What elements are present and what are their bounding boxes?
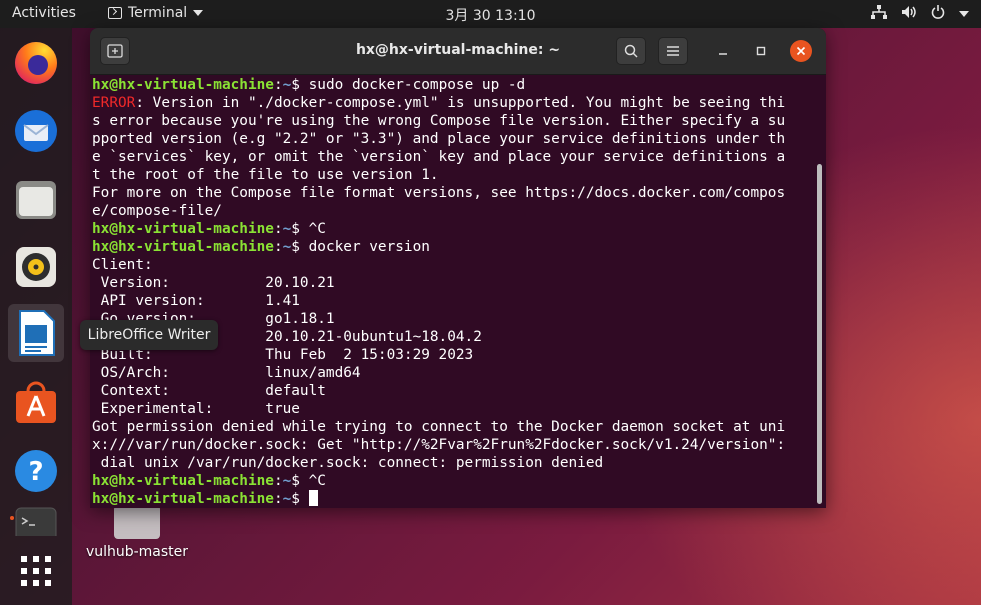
terminal-dock-icon[interactable] — [8, 506, 64, 536]
terminal-line: hx@hx-virtual-machine:~$ ^C — [92, 220, 814, 238]
dock-tooltip: LibreOffice Writer — [80, 320, 218, 350]
prompt-path: ~ — [282, 491, 292, 507]
system-tray[interactable] — [871, 5, 969, 23]
command-text: docker version — [308, 239, 430, 255]
prompt-symbol: $ — [291, 77, 309, 93]
svg-text:?: ? — [28, 457, 43, 487]
terminal-line: Context: default — [92, 383, 326, 399]
prompt-separator: : — [273, 473, 283, 489]
terminal-line: Client: — [92, 257, 153, 273]
terminal-line: Experimental: true — [92, 401, 300, 417]
prompt-user: hx@hx-virtual-machine — [92, 491, 274, 507]
terminal-line: s error because you're using the wrong C… — [92, 113, 786, 129]
terminal-line: API version: 1.41 — [92, 293, 300, 309]
terminal-line: hx@hx-virtual-machine:~$ docker version — [92, 238, 814, 256]
network-icon[interactable] — [871, 5, 887, 23]
minimize-button[interactable] — [712, 40, 734, 62]
command-text: ^C — [308, 473, 326, 489]
window-titlebar[interactable]: hx@hx-virtual-machine: ~ — [90, 28, 826, 75]
terminal-line: hx@hx-virtual-machine:~$ — [92, 490, 814, 508]
terminal-output[interactable]: hx@hx-virtual-machine:~$ sudo docker-com… — [92, 75, 814, 508]
top-bar: Activities Terminal 3月 30 13:10 — [0, 0, 981, 28]
volume-icon[interactable] — [901, 5, 917, 23]
prompt-separator: : — [273, 77, 283, 93]
prompt-separator: : — [273, 239, 283, 255]
terminal-line: OS/Arch: linux/amd64 — [92, 365, 361, 381]
close-icon — [796, 46, 806, 56]
terminal-line: e/compose-file/ — [92, 203, 222, 219]
power-icon[interactable] — [931, 5, 945, 23]
hamburger-menu-icon — [667, 46, 679, 56]
dock: ? — [0, 28, 72, 605]
terminal-line: x:///var/run/docker.sock: Get "http://%2… — [92, 437, 786, 453]
menu-button[interactable] — [658, 37, 688, 65]
software-center-icon[interactable] — [8, 374, 64, 432]
libreoffice-writer-icon[interactable] — [8, 304, 64, 362]
scrollbar[interactable] — [817, 164, 822, 504]
prompt-symbol: $ — [291, 491, 309, 507]
prompt-path: ~ — [282, 239, 292, 255]
maximize-icon — [756, 46, 766, 56]
prompt-separator: : — [273, 491, 283, 507]
prompt-user: hx@hx-virtual-machine — [92, 221, 274, 237]
help-icon[interactable]: ? — [8, 442, 64, 500]
prompt-path: ~ — [282, 473, 292, 489]
search-button[interactable] — [616, 37, 646, 65]
terminal-line: ERROR: Version in "./docker-compose.yml"… — [92, 94, 814, 112]
chevron-down-icon[interactable] — [959, 11, 969, 17]
prompt-user: hx@hx-virtual-machine — [92, 239, 274, 255]
folder-icon[interactable] — [114, 505, 160, 539]
error-label: ERROR — [92, 95, 136, 111]
clock[interactable]: 3月 30 13:10 — [0, 5, 981, 25]
terminal-line: hx@hx-virtual-machine:~$ ^C — [92, 472, 814, 490]
running-indicator — [10, 516, 14, 520]
desktop-folder-label[interactable]: vulhub-master — [84, 544, 190, 560]
prompt-user: hx@hx-virtual-machine — [92, 473, 274, 489]
prompt-user: hx@hx-virtual-machine — [92, 77, 274, 93]
terminal-line: dial unix /var/run/docker.sock: connect:… — [92, 455, 604, 471]
show-applications-icon[interactable] — [8, 542, 64, 600]
terminal-line: pported version (e.g "2.2" or "3.3") and… — [92, 131, 786, 147]
terminal-line: t the root of the file to use version 1. — [92, 167, 439, 183]
command-text: ^C — [308, 221, 326, 237]
output-text: : Version in "./docker-compose.yml" is u… — [135, 95, 786, 111]
terminal-line: For more on the Compose file format vers… — [92, 185, 786, 201]
terminal-line: Version: 20.10.21 — [92, 275, 335, 291]
maximize-button[interactable] — [750, 40, 772, 62]
text-cursor — [308, 490, 318, 506]
firefox-icon[interactable] — [8, 34, 64, 92]
prompt-symbol: $ — [291, 239, 309, 255]
rhythmbox-icon[interactable] — [8, 238, 64, 296]
terminal-line: hx@hx-virtual-machine:~$ sudo docker-com… — [92, 76, 814, 94]
close-button[interactable] — [790, 40, 812, 62]
prompt-path: ~ — [282, 77, 292, 93]
terminal-window[interactable]: hx@hx-virtual-machine: ~ hx@hx-virtual-m… — [90, 28, 826, 508]
command-text: sudo docker-compose up -d — [308, 77, 526, 93]
terminal-line: Got permission denied while trying to co… — [92, 419, 786, 435]
files-icon[interactable] — [8, 170, 64, 228]
prompt-symbol: $ — [291, 221, 309, 237]
terminal-line: e `services` key, or omit the `version` … — [92, 149, 786, 165]
prompt-separator: : — [273, 221, 283, 237]
prompt-symbol: $ — [291, 473, 309, 489]
minimize-icon — [719, 53, 727, 55]
thunderbird-icon[interactable] — [8, 102, 64, 160]
search-icon — [624, 44, 638, 58]
prompt-path: ~ — [282, 221, 292, 237]
